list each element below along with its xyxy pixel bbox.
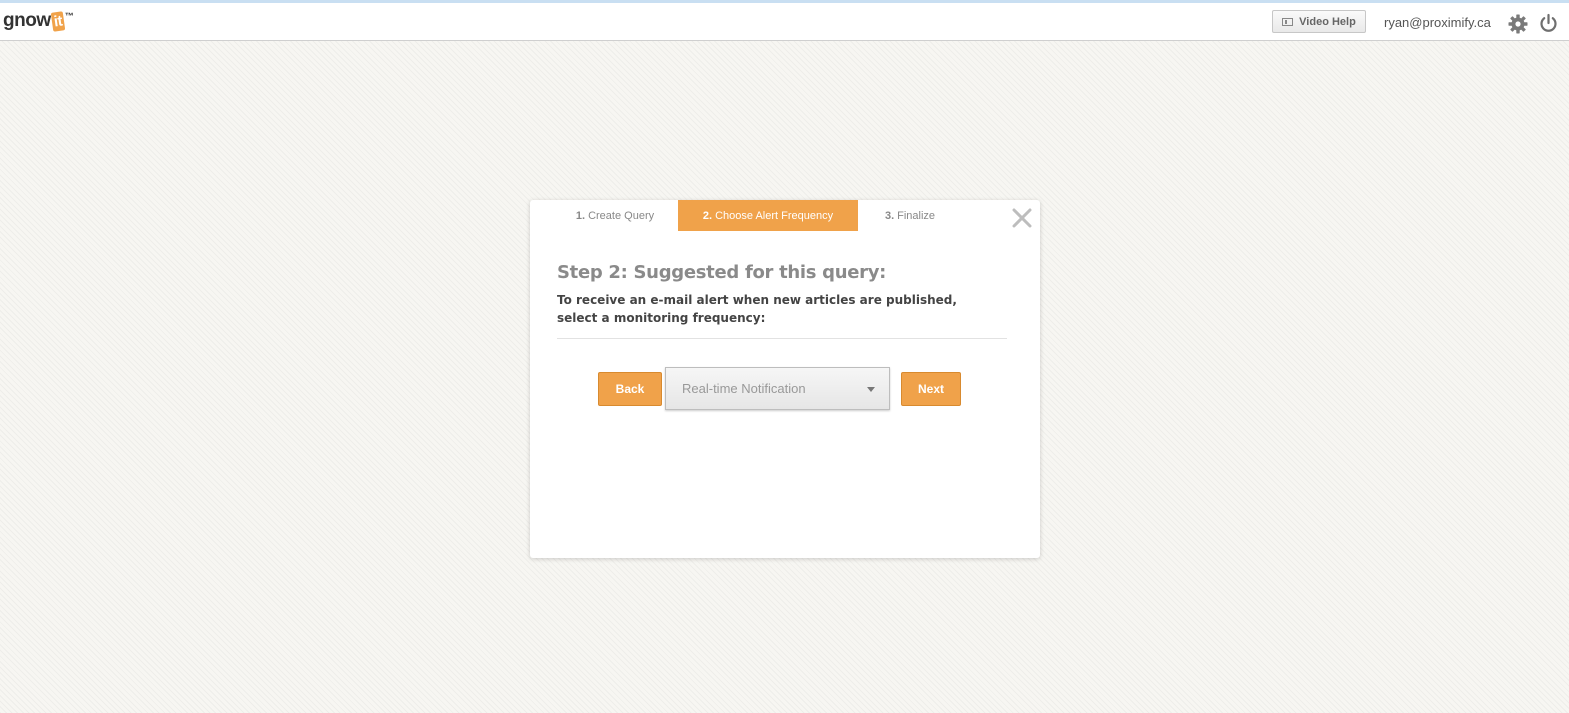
video-help-label: Video Help: [1299, 15, 1356, 28]
power-icon[interactable]: [1538, 13, 1559, 34]
logo-text: gnow: [3, 10, 51, 31]
logo-trademark: ™: [64, 11, 74, 21]
step-label: Create Query: [588, 209, 655, 222]
step-label: Finalize: [897, 209, 936, 222]
modal-title: Step 2: Suggested for this query:: [557, 262, 887, 283]
gnowit-logo[interactable]: gnow it ™: [3, 10, 74, 32]
step-label: Choose Alert Frequency: [715, 209, 834, 222]
step-choose-alert-frequency[interactable]: 2. Choose Alert Frequency: [678, 200, 858, 231]
user-email-link[interactable]: ryan@proximify.ca: [1384, 15, 1491, 30]
video-icon: [1282, 17, 1294, 26]
close-icon[interactable]: [1012, 208, 1032, 228]
video-help-button[interactable]: Video Help: [1272, 10, 1366, 33]
modal-description: To receive an e-mail alert when new arti…: [557, 293, 957, 325]
logo-highlight: it: [50, 11, 66, 32]
gear-icon[interactable]: [1508, 14, 1528, 34]
step-finalize[interactable]: 3. Finalize: [875, 200, 945, 231]
step-create-query[interactable]: 1. Create Query: [565, 200, 665, 231]
top-header: gnow it ™ Video Help ryan@proximify.ca: [0, 3, 1569, 41]
step-number: 2.: [702, 209, 713, 222]
back-button[interactable]: Back: [598, 372, 662, 406]
wizard-steps: 1. Create Query 2. Choose Alert Frequenc…: [530, 200, 1040, 231]
step-number: 3.: [884, 209, 895, 222]
chevron-down-icon: [867, 387, 875, 392]
divider: [557, 338, 1007, 339]
alert-setup-modal: 1. Create Query 2. Choose Alert Frequenc…: [530, 200, 1040, 558]
frequency-select-value: Real-time Notification: [682, 381, 806, 396]
frequency-select[interactable]: Real-time Notification: [665, 367, 890, 410]
step-number: 1.: [575, 209, 586, 222]
next-button[interactable]: Next: [901, 372, 961, 406]
